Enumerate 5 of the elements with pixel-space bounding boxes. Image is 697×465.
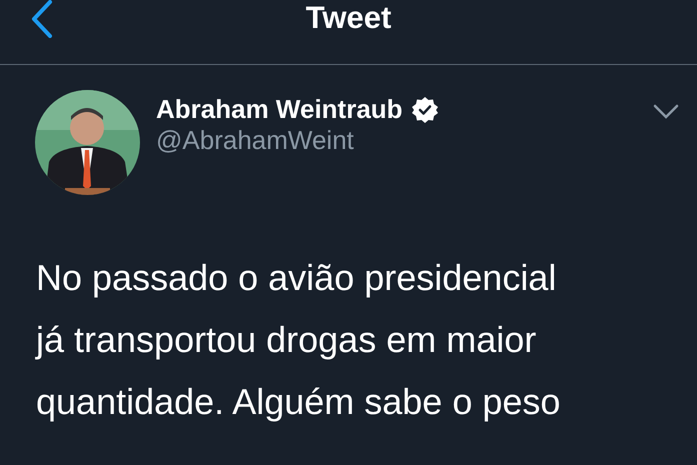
author-name[interactable]: Abraham Weintraub <box>156 94 403 126</box>
author-handle: @AbrahamWeint <box>156 125 355 156</box>
chevron-down-icon[interactable] <box>653 104 679 120</box>
page-title: Tweet <box>306 0 392 37</box>
tweet-text: No passado o avião presidencial já transportou drogas em maior quantidade. Alguém sabe o peso <box>34 256 562 424</box>
